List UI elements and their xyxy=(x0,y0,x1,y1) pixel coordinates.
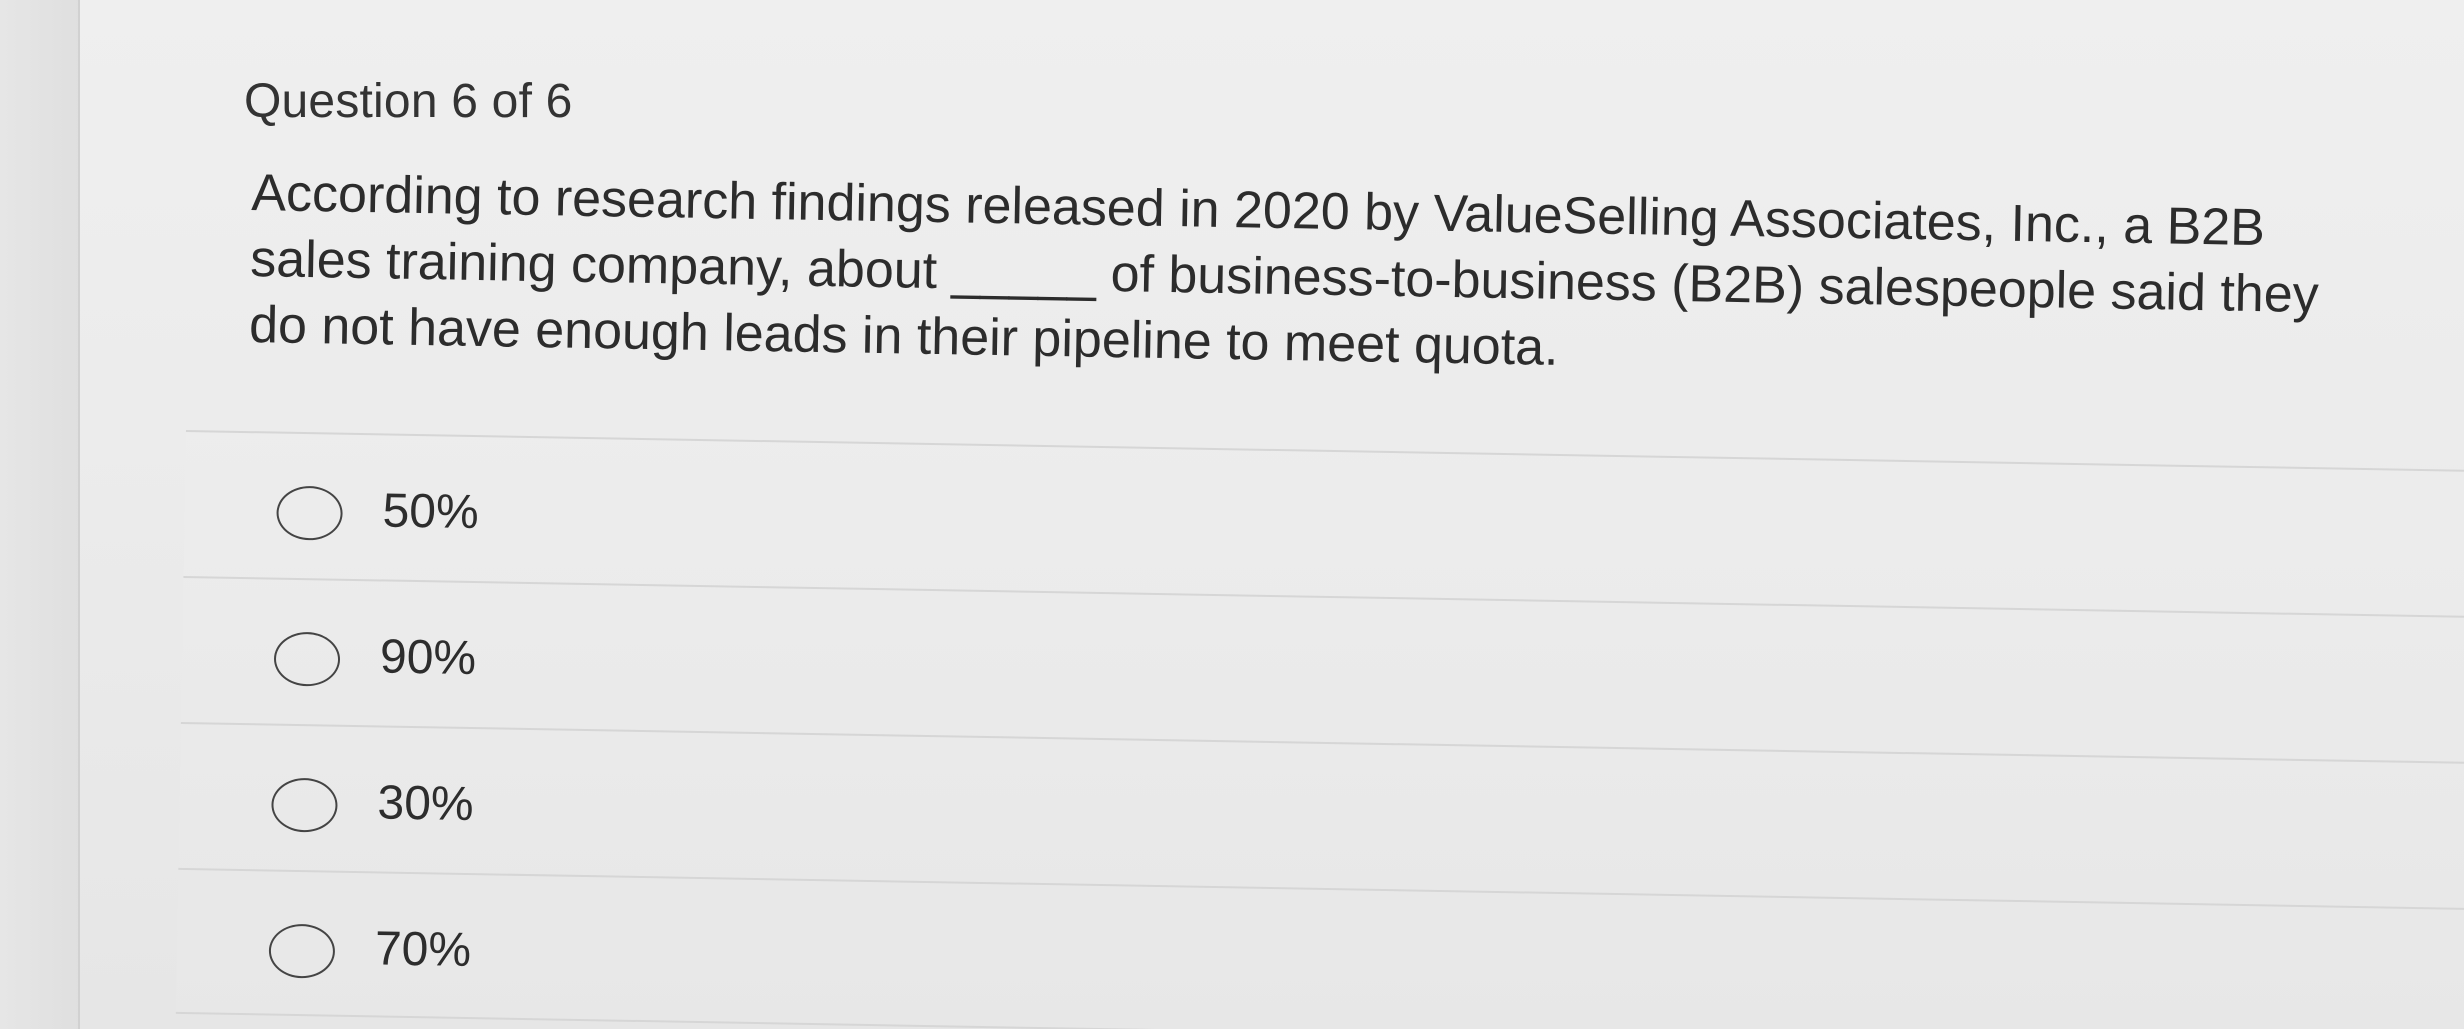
radio-button-icon[interactable] xyxy=(276,485,344,541)
radio-button-icon[interactable] xyxy=(273,631,341,687)
answer-label: 50% xyxy=(382,484,480,540)
screen: Question 6 of 6 According to research fi… xyxy=(0,0,2464,1029)
question-card: Question 6 of 6 According to research fi… xyxy=(78,0,2464,1029)
question-number: Question 6 of 6 xyxy=(244,75,573,128)
question-prompt: According to research findings released … xyxy=(248,163,2320,377)
radio-button-icon[interactable] xyxy=(268,923,336,979)
answer-label: 90% xyxy=(379,630,477,686)
answer-list: 50% 90% 30% 70% xyxy=(175,430,2464,1029)
answer-label: 30% xyxy=(377,776,475,832)
radio-button-icon[interactable] xyxy=(271,777,338,833)
answer-label: 70% xyxy=(374,922,472,978)
